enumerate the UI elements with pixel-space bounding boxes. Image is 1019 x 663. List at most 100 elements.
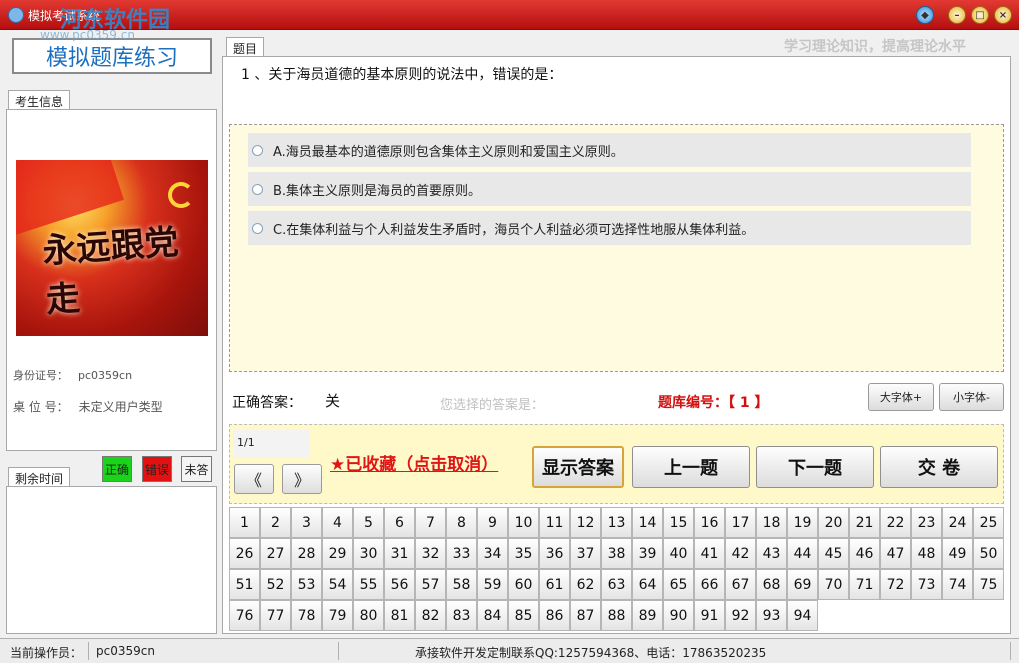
- question-number-button[interactable]: 49: [942, 538, 973, 569]
- question-number-button[interactable]: 68: [756, 569, 787, 600]
- minimize-icon[interactable]: –: [948, 6, 966, 24]
- question-number-button[interactable]: 84: [477, 600, 508, 631]
- question-number-button[interactable]: 14: [632, 507, 663, 538]
- question-number-button[interactable]: 35: [508, 538, 539, 569]
- question-number-button[interactable]: 94: [787, 600, 818, 631]
- question-number-button[interactable]: 29: [322, 538, 353, 569]
- question-number-button[interactable]: 75: [973, 569, 1004, 600]
- next-arrow-button[interactable]: 》: [282, 464, 322, 494]
- question-number-button[interactable]: 70: [818, 569, 849, 600]
- question-number-button[interactable]: 28: [291, 538, 322, 569]
- question-number-button[interactable]: 73: [911, 569, 942, 600]
- question-number-button[interactable]: 34: [477, 538, 508, 569]
- question-number-button[interactable]: 22: [880, 507, 911, 538]
- question-number-button[interactable]: 65: [663, 569, 694, 600]
- question-number-button[interactable]: 80: [353, 600, 384, 631]
- next-question-button[interactable]: 下一题: [756, 446, 874, 488]
- question-number-button[interactable]: 13: [601, 507, 632, 538]
- question-number-button[interactable]: 32: [415, 538, 446, 569]
- question-number-button[interactable]: 93: [756, 600, 787, 631]
- question-number-button[interactable]: 64: [632, 569, 663, 600]
- option-c[interactable]: C.在集体利益与个人利益发生矛盾时，海员个人利益必须可选择性地服从集体利益。: [248, 211, 971, 245]
- question-number-button[interactable]: 78: [291, 600, 322, 631]
- question-number-button[interactable]: 81: [384, 600, 415, 631]
- question-number-button[interactable]: 17: [725, 507, 756, 538]
- question-number-button[interactable]: 6: [384, 507, 415, 538]
- question-number-button[interactable]: 18: [756, 507, 787, 538]
- question-number-button[interactable]: 36: [539, 538, 570, 569]
- radio-icon[interactable]: [252, 183, 263, 195]
- question-number-button[interactable]: 33: [446, 538, 477, 569]
- question-number-button[interactable]: 42: [725, 538, 756, 569]
- question-number-button[interactable]: 87: [570, 600, 601, 631]
- question-number-button[interactable]: 61: [539, 569, 570, 600]
- question-number-button[interactable]: 31: [384, 538, 415, 569]
- question-number-button[interactable]: 71: [849, 569, 880, 600]
- question-number-button[interactable]: 5: [353, 507, 384, 538]
- close-icon[interactable]: ×: [994, 6, 1012, 24]
- question-number-button[interactable]: 90: [663, 600, 694, 631]
- submit-button[interactable]: 交 卷: [880, 446, 998, 488]
- question-number-button[interactable]: 54: [322, 569, 353, 600]
- question-number-button[interactable]: 58: [446, 569, 477, 600]
- question-number-button[interactable]: 52: [260, 569, 291, 600]
- question-number-button[interactable]: 8: [446, 507, 477, 538]
- question-number-button[interactable]: 66: [694, 569, 725, 600]
- question-number-button[interactable]: 39: [632, 538, 663, 569]
- question-number-button[interactable]: 59: [477, 569, 508, 600]
- option-a[interactable]: A.海员最基本的道德原则包含集体主义原则和爱国主义原则。: [248, 133, 971, 167]
- question-number-button[interactable]: 3: [291, 507, 322, 538]
- question-number-button[interactable]: 72: [880, 569, 911, 600]
- skin-icon[interactable]: ◆: [916, 6, 934, 24]
- question-number-button[interactable]: 16: [694, 507, 725, 538]
- question-number-button[interactable]: 10: [508, 507, 539, 538]
- font-smaller-button[interactable]: 小字体-: [939, 383, 1004, 411]
- prev-question-button[interactable]: 上一题: [632, 446, 750, 488]
- question-number-button[interactable]: 40: [663, 538, 694, 569]
- question-number-button[interactable]: 19: [787, 507, 818, 538]
- radio-icon[interactable]: [252, 222, 263, 234]
- question-number-button[interactable]: 51: [229, 569, 260, 600]
- question-number-button[interactable]: 69: [787, 569, 818, 600]
- question-number-button[interactable]: 83: [446, 600, 477, 631]
- question-number-button[interactable]: 48: [911, 538, 942, 569]
- question-number-button[interactable]: 1: [229, 507, 260, 538]
- option-b[interactable]: B.集体主义原则是海员的首要原则。: [248, 172, 971, 206]
- question-number-button[interactable]: 85: [508, 600, 539, 631]
- question-number-button[interactable]: 89: [632, 600, 663, 631]
- question-number-button[interactable]: 92: [725, 600, 756, 631]
- font-larger-button[interactable]: 大字体+: [868, 383, 934, 411]
- question-number-button[interactable]: 2: [260, 507, 291, 538]
- question-number-button[interactable]: 50: [973, 538, 1004, 569]
- radio-icon[interactable]: [252, 144, 263, 156]
- question-number-button[interactable]: 41: [694, 538, 725, 569]
- question-number-button[interactable]: 27: [260, 538, 291, 569]
- question-number-button[interactable]: 47: [880, 538, 911, 569]
- question-number-button[interactable]: 60: [508, 569, 539, 600]
- question-number-button[interactable]: 62: [570, 569, 601, 600]
- maximize-icon[interactable]: □: [971, 6, 989, 24]
- question-number-button[interactable]: 4: [322, 507, 353, 538]
- question-number-button[interactable]: 53: [291, 569, 322, 600]
- question-number-button[interactable]: 11: [539, 507, 570, 538]
- question-number-button[interactable]: 21: [849, 507, 880, 538]
- question-number-button[interactable]: 63: [601, 569, 632, 600]
- question-number-button[interactable]: 43: [756, 538, 787, 569]
- question-number-button[interactable]: 9: [477, 507, 508, 538]
- question-number-button[interactable]: 76: [229, 600, 260, 631]
- question-number-button[interactable]: 15: [663, 507, 694, 538]
- prev-arrow-button[interactable]: 《: [234, 464, 274, 494]
- question-number-button[interactable]: 88: [601, 600, 632, 631]
- show-answer-button[interactable]: 显示答案: [532, 446, 624, 488]
- question-number-button[interactable]: 44: [787, 538, 818, 569]
- question-number-button[interactable]: 56: [384, 569, 415, 600]
- question-number-button[interactable]: 82: [415, 600, 446, 631]
- question-number-button[interactable]: 38: [601, 538, 632, 569]
- question-number-button[interactable]: 20: [818, 507, 849, 538]
- question-number-button[interactable]: 12: [570, 507, 601, 538]
- question-number-button[interactable]: 24: [942, 507, 973, 538]
- question-number-button[interactable]: 67: [725, 569, 756, 600]
- favorite-link[interactable]: ★已收藏（点击取消）: [330, 450, 498, 475]
- question-number-button[interactable]: 79: [322, 600, 353, 631]
- question-number-button[interactable]: 23: [911, 507, 942, 538]
